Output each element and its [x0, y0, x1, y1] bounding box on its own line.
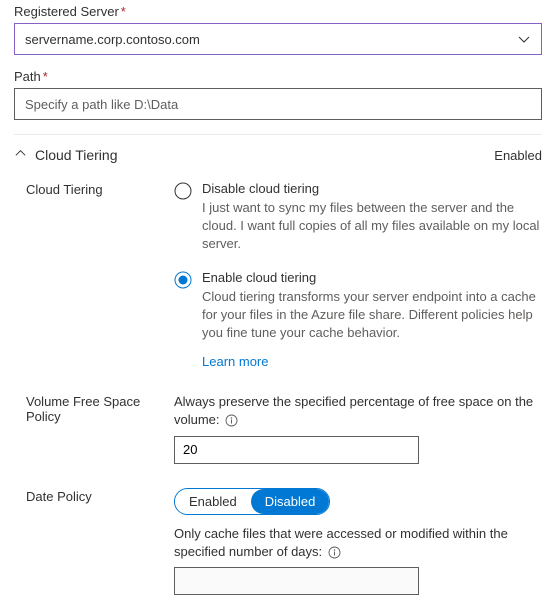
- chevron-up-icon: [14, 147, 27, 163]
- date-policy-days-input: [174, 567, 419, 595]
- date-policy-label: Date Policy: [14, 488, 174, 504]
- learn-more-link[interactable]: Learn more: [202, 354, 268, 369]
- registered-server-label: Registered Server*: [14, 4, 542, 19]
- cloud-tiering-section-header[interactable]: Cloud Tiering Enabled: [14, 135, 542, 181]
- cloud-tiering-status: Enabled: [494, 148, 542, 163]
- cloud-tiering-title: Cloud Tiering: [35, 147, 118, 163]
- info-icon[interactable]: [328, 546, 341, 559]
- disable-cloud-tiering-radio[interactable]: [174, 182, 192, 200]
- disable-cloud-tiering-label: Disable cloud tiering: [202, 181, 542, 196]
- registered-server-dropdown[interactable]: servername.corp.contoso.com: [14, 23, 542, 55]
- path-label: Path*: [14, 69, 542, 84]
- volume-policy-desc: Always preserve the specified percentage…: [174, 393, 542, 429]
- enable-cloud-tiering-desc: Cloud tiering transforms your server end…: [202, 288, 542, 343]
- path-input[interactable]: [14, 88, 542, 120]
- volume-free-space-input[interactable]: [174, 436, 419, 464]
- info-icon[interactable]: [225, 414, 238, 427]
- date-policy-desc: Only cache files that were accessed or m…: [174, 525, 542, 561]
- registered-server-value: servername.corp.contoso.com: [25, 32, 200, 47]
- date-policy-disabled-option[interactable]: Disabled: [251, 489, 330, 514]
- date-policy-enabled-option[interactable]: Enabled: [175, 489, 251, 514]
- chevron-down-icon: [517, 32, 531, 46]
- enable-cloud-tiering-label: Enable cloud tiering: [202, 270, 542, 285]
- cloud-tiering-field-label: Cloud Tiering: [14, 181, 174, 197]
- enable-cloud-tiering-radio[interactable]: [174, 271, 192, 289]
- volume-policy-label: Volume Free Space Policy: [14, 393, 174, 424]
- date-policy-toggle[interactable]: Enabled Disabled: [174, 488, 330, 515]
- disable-cloud-tiering-desc: I just want to sync my files between the…: [202, 199, 542, 254]
